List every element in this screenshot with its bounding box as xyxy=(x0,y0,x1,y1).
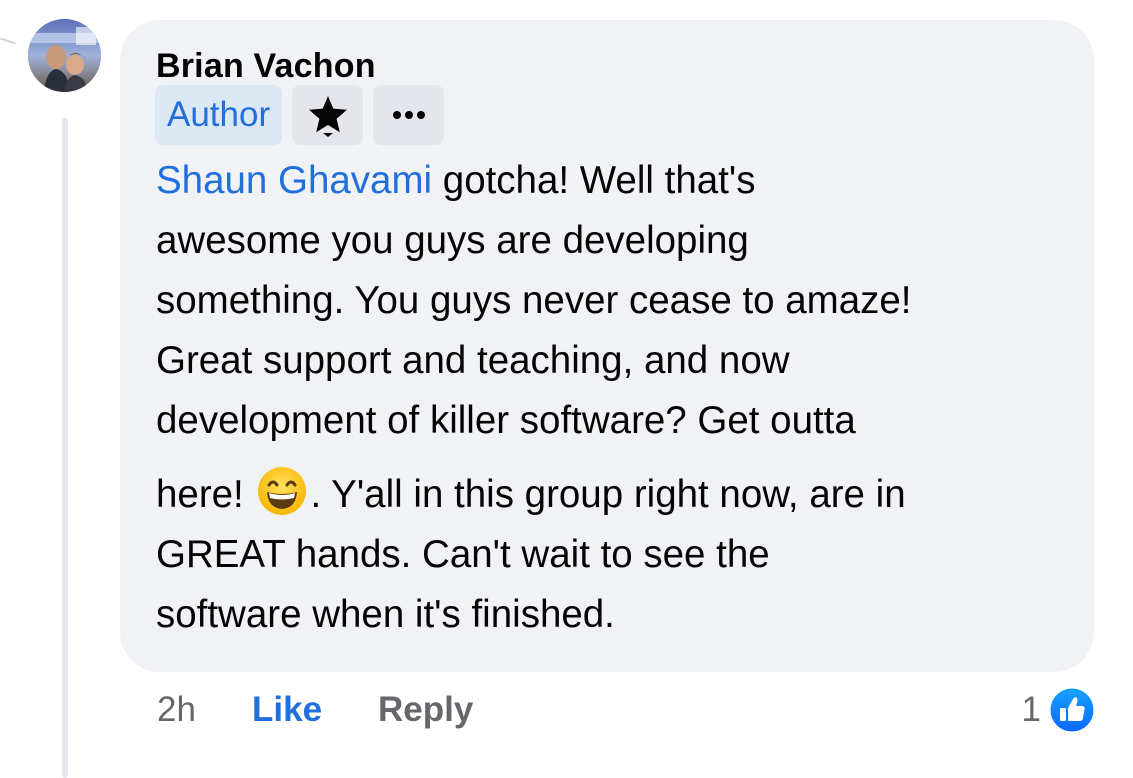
author-badges: Author xyxy=(155,85,445,145)
comment-line: Great support and teaching, and now xyxy=(156,339,790,382)
comment-line: awesome you guys are developing xyxy=(156,219,749,262)
comment-text-segment: gotcha! Well that's xyxy=(432,159,756,202)
thread-line xyxy=(62,118,68,778)
comment-line: here! . Y'all in this group right now, a… xyxy=(156,465,1076,525)
more-options-icon xyxy=(392,111,425,119)
reply-button[interactable]: Reply xyxy=(378,690,473,730)
comment-actions: 2h Like Reply 1 xyxy=(0,684,1133,738)
comment-line: software when it's finished. xyxy=(156,593,615,636)
comment-line: development of killer software? Get outt… xyxy=(156,399,856,442)
comment-timestamp[interactable]: 2h xyxy=(157,690,196,730)
grinning-face-emoji-icon xyxy=(258,467,307,515)
comment-text-segment: here! xyxy=(156,473,255,516)
reaction-count: 1 xyxy=(1021,690,1041,729)
comment-author-name[interactable]: Brian Vachon xyxy=(156,46,376,86)
avatar-photo xyxy=(28,19,101,92)
comment-body: Shaun Ghavami gotcha! Well that's awesom… xyxy=(156,151,1076,645)
avatar[interactable] xyxy=(28,19,101,92)
comment-text-segment: . Y'all in this group right now, are in xyxy=(310,473,906,516)
like-button[interactable]: Like xyxy=(252,690,322,730)
comment-line: Shaun Ghavami gotcha! Well that's xyxy=(156,151,1076,211)
thread-connector xyxy=(0,37,16,45)
like-thumbs-up-icon xyxy=(1047,685,1097,735)
mention-link[interactable]: Shaun Ghavami xyxy=(156,159,432,202)
star-icon xyxy=(308,96,347,137)
comment-line: GREAT hands. Can't wait to see the xyxy=(156,533,770,576)
rising-star-badge[interactable] xyxy=(292,85,364,145)
reaction-summary[interactable]: 1 xyxy=(1022,684,1097,736)
author-badge[interactable]: Author xyxy=(155,85,283,145)
comment-line: something. You guys never cease to amaze… xyxy=(156,279,912,322)
more-options-button[interactable] xyxy=(373,85,445,145)
